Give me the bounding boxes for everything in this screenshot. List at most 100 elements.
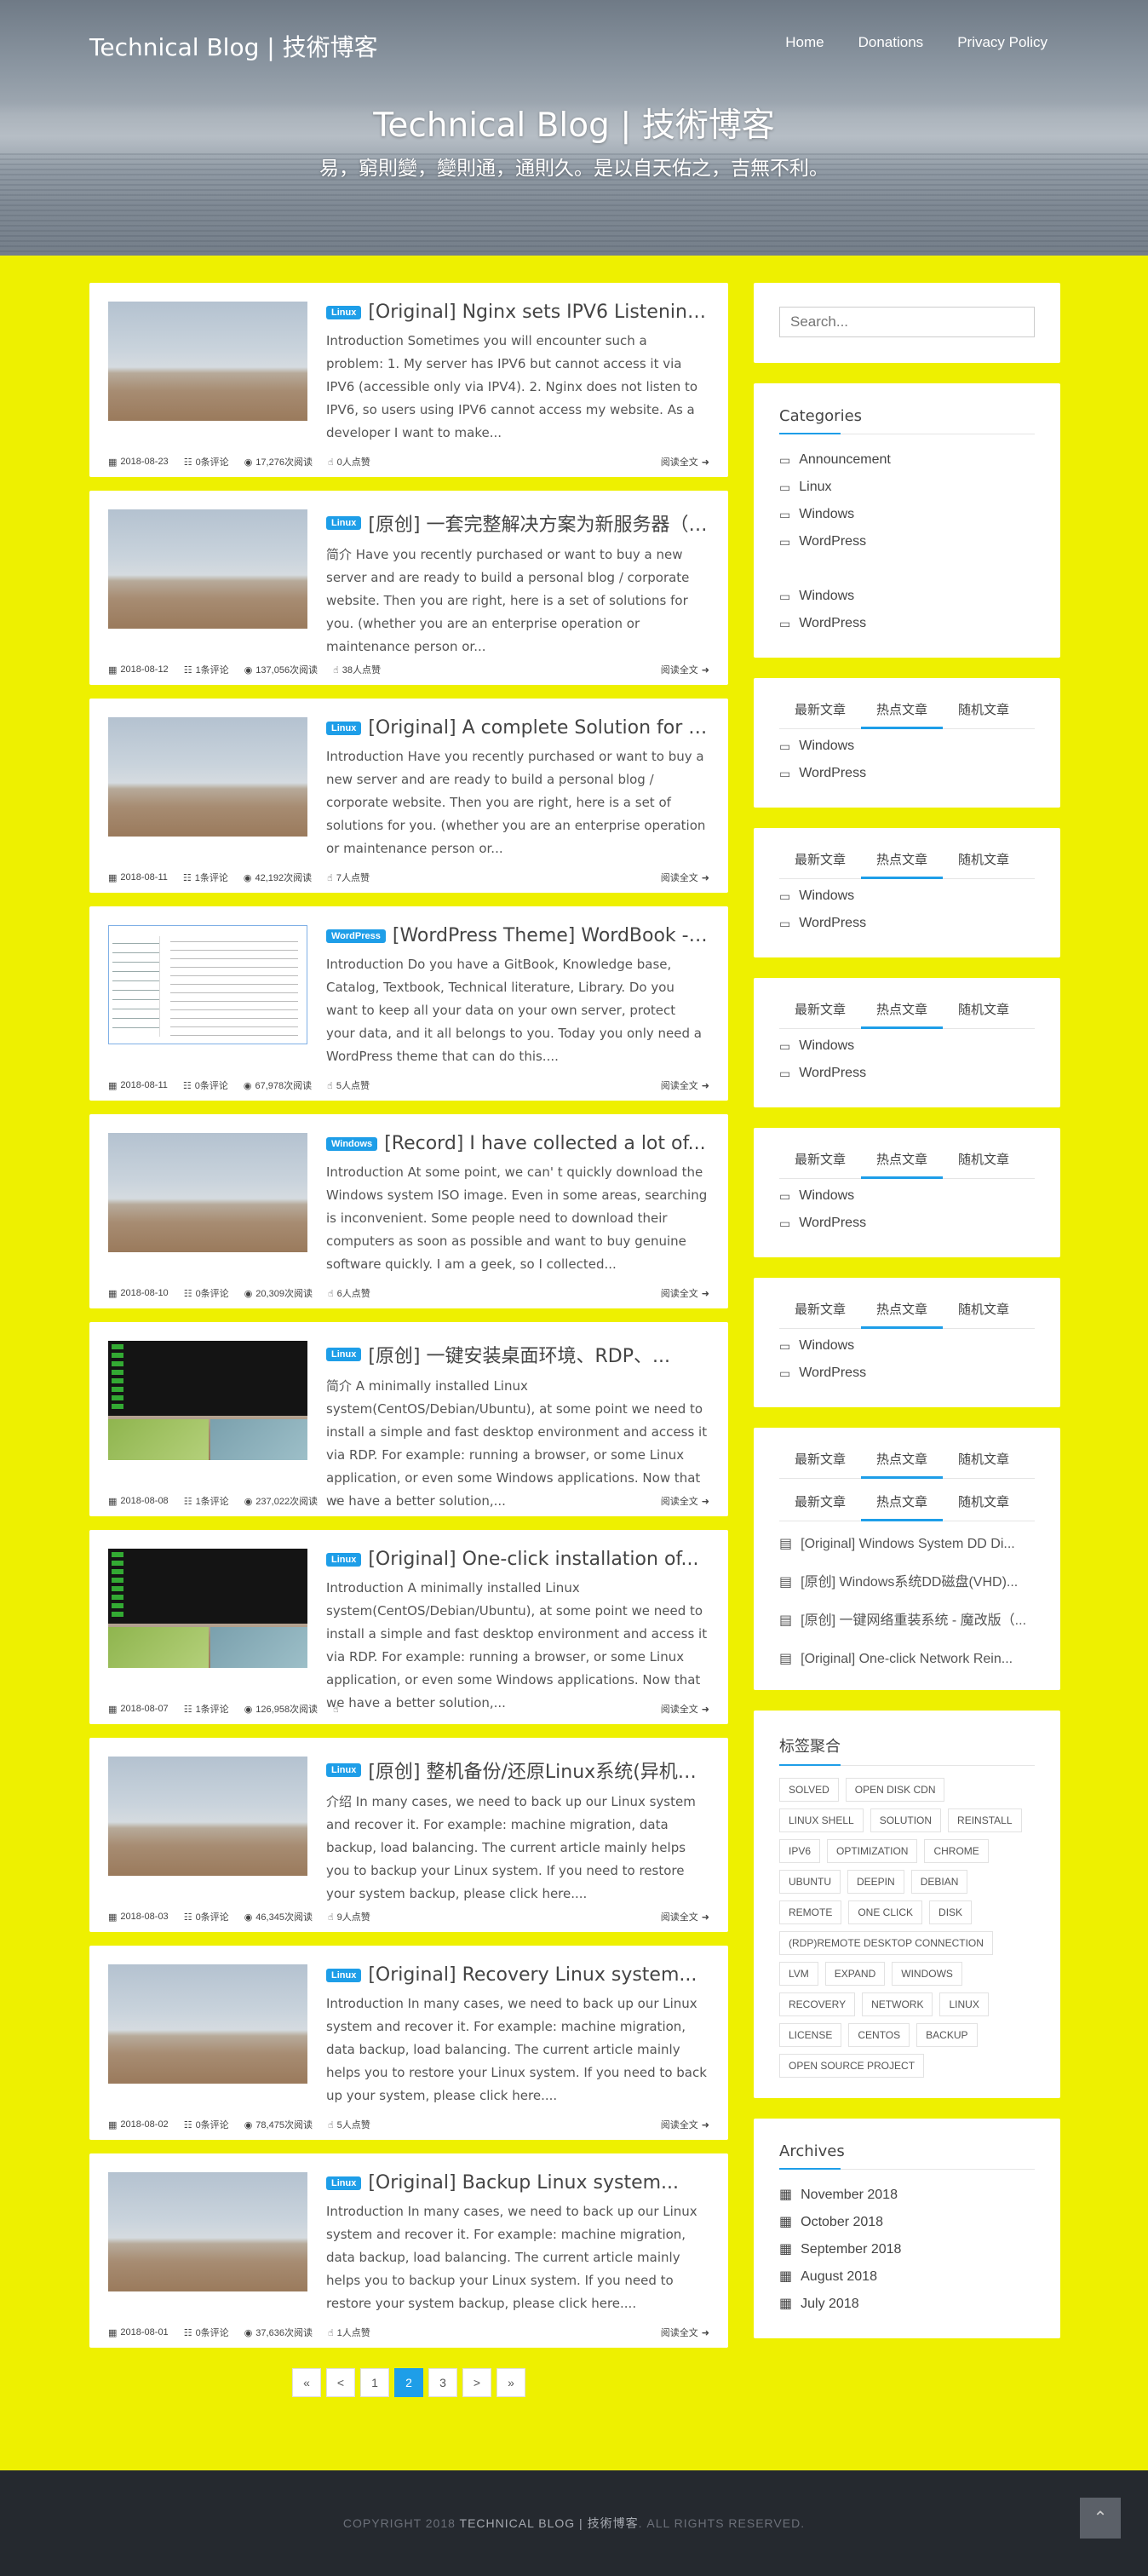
tab-item[interactable]: ▭ Windows: [779, 1182, 1035, 1210]
page-link[interactable]: <: [326, 2368, 355, 2397]
nav-privacy-policy[interactable]: Privacy Policy: [957, 34, 1048, 51]
read-more-link[interactable]: 阅读全文 ➜: [661, 663, 709, 676]
category-item[interactable]: ▭ WordPress: [779, 610, 1035, 637]
tag-link[interactable]: LICENSE: [779, 2023, 842, 2047]
tab-hot[interactable]: 热点文章: [861, 1150, 944, 1179]
category-item[interactable]: ▭ Announcement: [779, 446, 1035, 474]
tab-latest[interactable]: 最新文章: [779, 700, 861, 728]
post-thumbnail[interactable]: [108, 717, 307, 837]
tab-hot-2[interactable]: 热点文章: [861, 1492, 944, 1521]
page-link[interactable]: >: [462, 2368, 491, 2397]
tag-link[interactable]: DEBIAN: [910, 1870, 968, 1894]
category-badge[interactable]: Linux: [326, 1968, 362, 1982]
post-thumbnail[interactable]: [108, 1549, 307, 1668]
tab-random[interactable]: 随机文章: [943, 1000, 1025, 1028]
tag-link[interactable]: CHROME: [924, 1839, 989, 1863]
archive-item[interactable]: ▦ July 2018: [779, 2291, 1035, 2318]
read-more-link[interactable]: 阅读全文 ➜: [661, 2326, 709, 2339]
read-more-link[interactable]: 阅读全文 ➜: [661, 1910, 709, 1923]
search-input[interactable]: [779, 307, 1035, 337]
tab-item[interactable]: ▭ Windows: [779, 883, 1035, 910]
tab-random[interactable]: 随机文章: [943, 700, 1025, 728]
category-badge[interactable]: Linux: [326, 516, 362, 530]
tab-random[interactable]: 随机文章: [943, 1300, 1025, 1328]
tag-link[interactable]: EXPAND: [824, 1962, 886, 1986]
tab-item[interactable]: ▭ WordPress: [779, 910, 1035, 937]
post-title[interactable]: [原创] 整机备份/还原Linux系统(异机迁...: [368, 1757, 708, 1784]
post-thumbnail[interactable]: [108, 302, 307, 421]
tab-item[interactable]: ▭ Windows: [779, 1332, 1035, 1360]
archive-item[interactable]: ▦ August 2018: [779, 2263, 1035, 2291]
tab-latest[interactable]: 最新文章: [779, 1000, 861, 1028]
article-link[interactable]: ▤ [原创] Windows系统DD磁盘(VHD)...: [779, 1563, 1035, 1601]
post-thumbnail[interactable]: [108, 1757, 307, 1876]
tab-random[interactable]: 随机文章: [943, 850, 1025, 878]
tag-link[interactable]: SOLUTION: [870, 1808, 942, 1832]
tag-link[interactable]: OPEN DISK CDN: [845, 1778, 945, 1802]
post-title[interactable]: [WordPress Theme] WordBook - A...: [393, 925, 708, 946]
post-title[interactable]: [原创] 一键安装桌面环境、RDP、...: [368, 1341, 670, 1368]
tab-hot[interactable]: 热点文章: [861, 850, 944, 879]
tab-hot[interactable]: 热点文章: [861, 700, 944, 729]
tab-latest-2[interactable]: 最新文章: [779, 1492, 861, 1521]
tab-hot[interactable]: 热点文章: [861, 1300, 944, 1329]
tag-link[interactable]: OPEN SOURCE PROJECT: [779, 2054, 925, 2078]
category-item[interactable]: ▭ Windows: [779, 583, 1035, 610]
article-link[interactable]: ▤ [Original] One-click Network Rein...: [779, 1640, 1035, 1678]
category-badge[interactable]: Linux: [326, 721, 362, 735]
tab-hot[interactable]: 热点文章: [861, 1450, 944, 1479]
tag-link[interactable]: REMOTE: [779, 1900, 842, 1924]
tag-link[interactable]: LVM: [779, 1962, 818, 1986]
tab-latest[interactable]: 最新文章: [779, 1300, 861, 1328]
tag-link[interactable]: CENTOS: [848, 2023, 910, 2047]
page-link[interactable]: «: [292, 2368, 321, 2397]
post-thumbnail[interactable]: [108, 1964, 307, 2084]
post-title[interactable]: [Original] One-click installation of...: [368, 1549, 698, 1570]
nav-home[interactable]: Home: [785, 34, 824, 51]
back-to-top-button[interactable]: ⌃: [1080, 2498, 1121, 2539]
category-badge[interactable]: Linux: [326, 1348, 362, 1361]
read-more-link[interactable]: 阅读全文 ➜: [661, 2118, 709, 2131]
tag-link[interactable]: SOLVED: [779, 1778, 839, 1802]
post-thumbnail[interactable]: [108, 925, 307, 1044]
tag-link[interactable]: RECOVERY: [779, 1992, 856, 2016]
archive-item[interactable]: ▦ October 2018: [779, 2209, 1035, 2236]
category-badge[interactable]: Linux: [326, 305, 362, 319]
archive-item[interactable]: ▦ November 2018: [779, 2182, 1035, 2209]
tag-link[interactable]: OPTIMIZATION: [827, 1839, 918, 1863]
category-badge[interactable]: Windows: [326, 1136, 378, 1151]
tag-link[interactable]: UBUNTU: [779, 1870, 841, 1894]
read-more-link[interactable]: 阅读全文 ➜: [661, 871, 709, 884]
post-thumbnail[interactable]: [108, 1341, 307, 1460]
page-link[interactable]: 2: [394, 2368, 423, 2397]
post-thumbnail[interactable]: [108, 509, 307, 629]
tab-item[interactable]: ▭ WordPress: [779, 760, 1035, 787]
site-brand-link[interactable]: Technical Blog | 技術博客: [89, 29, 378, 63]
tab-random[interactable]: 随机文章: [943, 1150, 1025, 1178]
tag-link[interactable]: BACKUP: [916, 2023, 978, 2047]
tab-item[interactable]: ▭ Windows: [779, 1032, 1035, 1060]
category-badge[interactable]: Linux: [326, 1763, 362, 1777]
read-more-link[interactable]: 阅读全文 ➜: [661, 1286, 709, 1300]
tab-latest[interactable]: 最新文章: [779, 850, 861, 878]
read-more-link[interactable]: 阅读全文 ➜: [661, 1702, 709, 1716]
tab-item[interactable]: ▭ Windows: [779, 733, 1035, 760]
tab-random[interactable]: 随机文章: [943, 1450, 1025, 1478]
tab-random-2[interactable]: 随机文章: [943, 1492, 1025, 1521]
tab-hot[interactable]: 热点文章: [861, 1000, 944, 1029]
tag-link[interactable]: IPV6: [779, 1839, 821, 1863]
article-link[interactable]: ▤ [Original] Windows System DD Di...: [779, 1525, 1035, 1563]
tab-latest[interactable]: 最新文章: [779, 1150, 861, 1178]
tag-link[interactable]: ONE CLICK: [848, 1900, 923, 1924]
tab-item[interactable]: ▭ WordPress: [779, 1360, 1035, 1387]
post-title[interactable]: [原创] 一套完整解决方案为新服务器（系...: [368, 509, 708, 537]
tab-latest[interactable]: 最新文章: [779, 1450, 861, 1478]
category-badge[interactable]: Linux: [326, 2176, 362, 2190]
category-item[interactable]: ▭ Windows: [779, 501, 1035, 528]
tag-link[interactable]: LINUX SHELL: [779, 1808, 864, 1832]
post-title[interactable]: [Record] I have collected a lot of...: [384, 1133, 705, 1154]
tag-link[interactable]: WINDOWS: [892, 1962, 962, 1986]
category-item[interactable]: ▭ WordPress: [779, 528, 1035, 555]
page-link[interactable]: 3: [428, 2368, 457, 2397]
tag-link[interactable]: DEEPIN: [847, 1870, 904, 1894]
